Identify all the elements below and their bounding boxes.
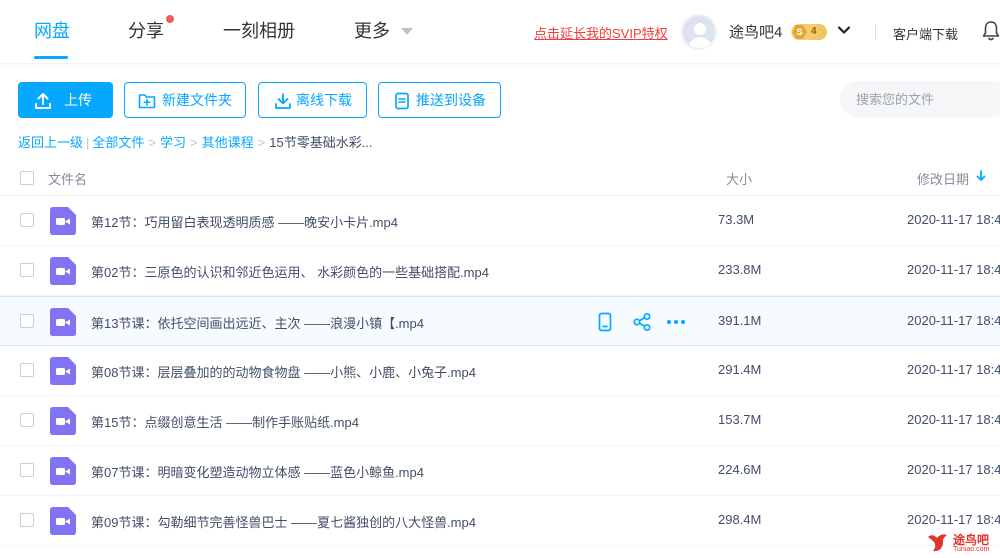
tab-netdisk[interactable]: 网盘 bbox=[34, 18, 70, 44]
row-action-group bbox=[596, 312, 696, 332]
select-all-checkbox[interactable] bbox=[20, 171, 34, 185]
table-row[interactable]: 第09节课：勾勒细节完善怪兽巴士 ——夏七酱独创的八大怪兽.mp4 298.4M 2… bbox=[0, 496, 1000, 546]
more-icon[interactable] bbox=[666, 312, 686, 332]
breadcrumb-all-files[interactable]: 全部文件 bbox=[92, 135, 144, 150]
tab-moments-album[interactable]: 一刻相册 bbox=[223, 18, 295, 44]
video-file-icon bbox=[50, 308, 76, 336]
file-name[interactable]: 第08节课：层层叠加的的动物食物盘 ——小熊、小鹿、小兔子.mp4 bbox=[91, 362, 476, 381]
upload-label: 上传 bbox=[64, 92, 92, 108]
row-checkbox[interactable] bbox=[20, 263, 34, 277]
file-size: 391.1M bbox=[718, 313, 762, 328]
file-size: 224.6M bbox=[718, 462, 762, 477]
tab-more[interactable]: 更多 bbox=[354, 18, 390, 44]
client-download-link[interactable]: 客户端下载 bbox=[893, 24, 958, 43]
push-to-device-button[interactable]: 推送到设备 bbox=[378, 82, 501, 118]
video-file-icon bbox=[50, 357, 76, 385]
file-name[interactable]: 第12节：巧用留白表现透明质感 ——晚安小卡片.mp4 bbox=[91, 212, 398, 231]
file-size: 73.3M bbox=[718, 212, 755, 227]
row-checkbox[interactable] bbox=[20, 413, 34, 427]
top-nav-bar: 网盘 分享 一刻相册 更多 点击延长我的SVIP特权 途鸟吧4 S 4 客户端下… bbox=[0, 0, 1000, 64]
video-file-icon bbox=[50, 507, 76, 535]
push-to-phone-icon[interactable] bbox=[598, 312, 612, 332]
divider bbox=[875, 24, 876, 40]
file-modified-date: 2020-11-17 18:4 bbox=[907, 262, 1000, 277]
column-header-size[interactable]: 大小 bbox=[726, 169, 752, 188]
table-row[interactable]: 第15节：点缀创意生活 ——制作手账贴纸.mp4 153.7M 2020-11-17… bbox=[0, 396, 1000, 446]
file-size: 298.4M bbox=[718, 512, 762, 527]
push-to-device-label: 推送到设备 bbox=[416, 92, 486, 108]
file-size: 233.8M bbox=[718, 262, 762, 277]
new-folder-icon bbox=[138, 94, 156, 109]
avatar[interactable] bbox=[681, 14, 717, 50]
new-folder-button[interactable]: 新建文件夹 bbox=[124, 82, 246, 118]
breadcrumb-current: 15节零基础水彩... bbox=[269, 135, 373, 150]
share-icon[interactable] bbox=[632, 312, 652, 332]
row-checkbox[interactable] bbox=[20, 463, 34, 477]
column-header-modified[interactable]: 修改日期 bbox=[917, 169, 969, 188]
new-folder-label: 新建文件夹 bbox=[162, 92, 232, 108]
file-size: 153.7M bbox=[718, 412, 762, 427]
row-checkbox[interactable] bbox=[20, 513, 34, 527]
breadcrumb-study[interactable]: 学习 bbox=[160, 135, 186, 150]
device-icon bbox=[395, 92, 409, 110]
file-modified-date: 2020-11-17 18:4 bbox=[907, 313, 1000, 328]
video-file-icon bbox=[50, 407, 76, 435]
row-checkbox[interactable] bbox=[20, 314, 34, 328]
file-name[interactable]: 第09节课：勾勒细节完善怪兽巴士 ——夏七酱独创的八大怪兽.mp4 bbox=[91, 512, 476, 531]
file-modified-date: 2020-11-17 18:4 bbox=[907, 362, 1000, 377]
username[interactable]: 途鸟吧4 bbox=[729, 21, 782, 42]
table-row[interactable]: 第08节课：层层叠加的的动物食物盘 ——小熊、小鹿、小兔子.mp4 291.4M 2… bbox=[0, 346, 1000, 396]
share-notification-dot bbox=[166, 15, 174, 23]
breadcrumb-other-courses[interactable]: 其他课程 bbox=[202, 135, 254, 150]
upload-icon bbox=[35, 93, 51, 109]
table-row[interactable]: 第02节：三原色的认识和邻近色运用、 水彩颜色的一些基础搭配.mp4 233.8M… bbox=[0, 246, 1000, 296]
svip-level-badge: S 4 bbox=[791, 24, 827, 40]
svip-level: 4 bbox=[811, 26, 817, 37]
file-modified-date: 2020-11-17 18:4 bbox=[907, 462, 1000, 477]
file-table-header: 文件名 大小 修改日期 bbox=[0, 160, 1000, 196]
bell-icon[interactable] bbox=[982, 20, 1000, 42]
svip-tier: S bbox=[792, 25, 807, 39]
table-row[interactable]: 第13节课：依托空间画出远近、主次 ——浪漫小镇【.mp4 391.1M 2020-… bbox=[0, 296, 1000, 346]
more-caret-icon[interactable] bbox=[401, 28, 413, 35]
table-row[interactable]: 第07节课：明暗变化塑造动物立体感 ——蓝色小鲸鱼.mp4 224.6M 2020-… bbox=[0, 446, 1000, 496]
tab-share[interactable]: 分享 bbox=[128, 18, 164, 44]
file-name[interactable]: 第07节课：明暗变化塑造动物立体感 ——蓝色小鲸鱼.mp4 bbox=[91, 462, 424, 481]
file-modified-date: 2020-11-17 18:4 bbox=[907, 212, 1000, 227]
file-size: 291.4M bbox=[718, 362, 762, 377]
table-row[interactable]: 第12节：巧用留白表现透明质感 ——晚安小卡片.mp4 73.3M 2020-11-… bbox=[0, 196, 1000, 246]
upload-button[interactable]: 上传 bbox=[18, 82, 113, 118]
chevron-down-icon[interactable] bbox=[838, 24, 850, 36]
svip-renew-link[interactable]: 点击延长我的SVIP特权 bbox=[534, 23, 668, 42]
file-name[interactable]: 第15节：点缀创意生活 ——制作手账贴纸.mp4 bbox=[91, 412, 359, 431]
sort-descending-icon[interactable] bbox=[976, 170, 986, 182]
offline-download-button[interactable]: 离线下载 bbox=[258, 82, 367, 118]
bird-logo-icon bbox=[928, 534, 947, 552]
video-file-icon bbox=[50, 207, 76, 235]
search-input[interactable] bbox=[840, 81, 1000, 117]
breadcrumb-back[interactable]: 返回上一级 bbox=[18, 135, 83, 150]
column-header-name[interactable]: 文件名 bbox=[48, 169, 87, 188]
video-file-icon bbox=[50, 257, 76, 285]
row-checkbox[interactable] bbox=[20, 213, 34, 227]
video-file-icon bbox=[50, 457, 76, 485]
row-checkbox[interactable] bbox=[20, 363, 34, 377]
active-tab-indicator bbox=[34, 56, 68, 59]
download-icon bbox=[275, 93, 291, 109]
file-modified-date: 2020-11-17 18:4 bbox=[907, 412, 1000, 427]
offline-download-label: 离线下载 bbox=[296, 92, 352, 108]
file-name[interactable]: 第13节课：依托空间画出远近、主次 ——浪漫小镇【.mp4 bbox=[91, 313, 424, 332]
file-modified-date: 2020-11-17 18:4 bbox=[907, 512, 1000, 527]
watermark-logo: 途鸟吧 Tuniao.com bbox=[925, 527, 1000, 558]
watermark-url: Tuniao.com bbox=[953, 546, 990, 553]
file-name[interactable]: 第02节：三原色的认识和邻近色运用、 水彩颜色的一些基础搭配.mp4 bbox=[91, 262, 489, 281]
breadcrumb: 返回上一级 | 全部文件 > 学习 > 其他课程 >15节零基础水彩... bbox=[18, 135, 373, 150]
